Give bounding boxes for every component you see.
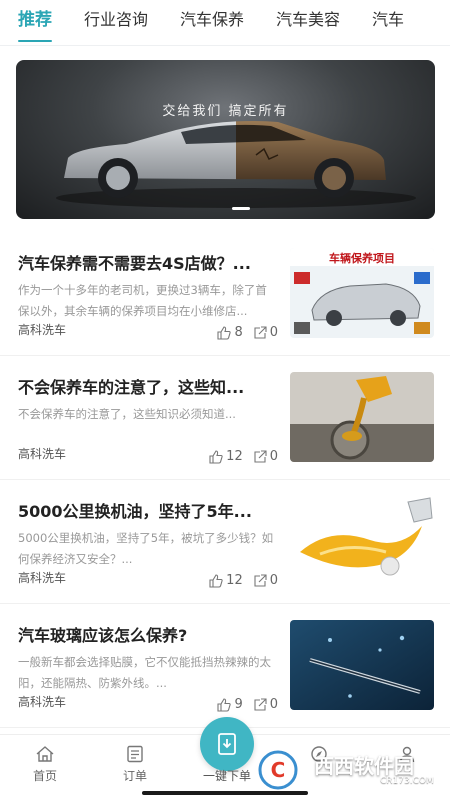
car-illustration <box>56 121 416 208</box>
thumbnail-caption: 车辆保养项目 <box>329 251 395 265</box>
thumbs-up-icon <box>209 573 223 588</box>
article-thumbnail[interactable] <box>290 620 434 710</box>
article-stats: 12 0 <box>199 449 278 464</box>
watermark-url: CR173.COM <box>380 776 434 786</box>
nav-orders[interactable]: 订单 <box>100 745 170 784</box>
app-screen: 推荐 行业咨询 汽车保养 汽车美容 汽车 交给我们 搞定所有 汽车保养需不需要去… <box>0 0 450 800</box>
promo-banner[interactable]: 交给我们 搞定所有 <box>16 60 435 219</box>
category-tabs: 推荐 行业咨询 汽车保养 汽车美容 汽车 <box>0 0 450 46</box>
share-icon <box>254 449 267 463</box>
article-title: 汽车保养需不需要去4S店做？... <box>18 254 251 273</box>
article-item[interactable]: 汽车玻璃应该怎么保养? 一般新车都会选择贴膜，它不仅能抵挡热辣辣的太阳，还能隔热… <box>0 604 450 728</box>
thumbs-up-icon <box>217 697 232 712</box>
article-title: 汽车玻璃应该怎么保养? <box>18 626 188 645</box>
tab-recommend[interactable]: 推荐 <box>18 0 52 45</box>
tab-car-more[interactable]: 汽车 <box>372 0 404 45</box>
article-summary: 一般新车都会选择贴膜，它不仅能抵挡热辣辣的太阳，还能隔热、防紫外线。... <box>18 655 271 690</box>
windshield-wiper-image <box>290 620 434 710</box>
article-item[interactable]: 汽车保养需不需要去4S店做？... 作为一个十多年的老司机，更换过3辆车，除了首… <box>0 232 450 356</box>
article-stats: 12 0 <box>199 573 278 588</box>
nav-home[interactable]: 首页 <box>10 745 80 784</box>
nav-orders-label: 订单 <box>122 769 147 783</box>
like-stat[interactable]: 9 <box>217 697 243 712</box>
article-thumbnail[interactable]: 车辆保养项目 <box>290 248 434 338</box>
article-source: 高科洗车 <box>18 571 67 585</box>
article-summary: 5000公里换机油，坚持了5年，被坑了多少钱？如何保养经济又安全？... <box>18 531 274 566</box>
article-title: 5000公里换机油，坚持了5年... <box>18 502 252 521</box>
like-stat[interactable]: 12 <box>209 449 243 464</box>
article-item[interactable]: 不会保养车的注意了，这些知... 不会保养车的注意了，这些知识必须知道... 高… <box>0 356 450 480</box>
share-count: 0 <box>269 573 278 588</box>
share-count: 0 <box>269 325 278 340</box>
article-item[interactable]: 5000公里换机油，坚持了5年... 5000公里换机油，坚持了5年，被坑了多少… <box>0 480 450 604</box>
home-indicator <box>142 791 308 795</box>
like-count: 9 <box>234 697 243 712</box>
article-source: 高科洗车 <box>18 447 67 461</box>
site-watermark: C 西西软件园 CR173.COM <box>252 746 434 794</box>
engine-oil-image <box>290 372 434 462</box>
tab-car-maintenance[interactable]: 汽车保养 <box>180 0 244 45</box>
article-summary: 作为一个十多年的老司机，更换过3辆车，除了首保以外，其余车辆的保养项目均在小维修… <box>18 283 267 318</box>
watermark-logo-icon: C <box>258 750 298 790</box>
one-key-order-button[interactable] <box>200 717 254 771</box>
svg-text:C: C <box>271 758 286 782</box>
banner-page-indicator <box>232 207 250 210</box>
like-stat[interactable]: 8 <box>217 325 243 340</box>
thumbs-up-icon <box>209 449 223 464</box>
oil-splash-image <box>290 496 434 586</box>
like-count: 12 <box>226 449 243 464</box>
share-icon <box>254 325 267 339</box>
tab-industry-consulting[interactable]: 行业咨询 <box>84 0 148 45</box>
share-stat[interactable]: 0 <box>253 449 278 464</box>
like-count: 8 <box>234 325 243 340</box>
article-stats: 9 0 <box>207 697 278 712</box>
share-icon <box>254 697 267 711</box>
share-stat[interactable]: 0 <box>253 325 278 340</box>
order-list-icon <box>127 745 143 763</box>
home-icon <box>36 746 54 762</box>
share-stat[interactable]: 0 <box>253 697 278 712</box>
article-source: 高科洗车 <box>18 323 67 337</box>
tab-car-beauty[interactable]: 汽车美容 <box>276 0 340 45</box>
maintenance-items-image: 车辆保养项目 <box>290 248 434 338</box>
article-thumbnail[interactable] <box>290 496 434 586</box>
order-download-icon <box>218 733 236 755</box>
article-summary: 不会保养车的注意了，这些知识必须知道... <box>18 407 236 421</box>
like-count: 12 <box>226 573 243 588</box>
article-source: 高科洗车 <box>18 695 67 709</box>
share-stat[interactable]: 0 <box>253 573 278 588</box>
watermark-text: 西西软件园 <box>314 754 414 778</box>
bottom-navigation: 首页 订单 一键下单 C 西西软件园 CR173.COM <box>0 717 450 800</box>
nav-home-label: 首页 <box>32 769 57 783</box>
article-thumbnail[interactable] <box>290 372 434 462</box>
like-stat[interactable]: 12 <box>209 573 243 588</box>
article-stats: 8 0 <box>207 325 278 340</box>
share-count: 0 <box>269 697 278 712</box>
share-icon <box>254 573 267 587</box>
share-count: 0 <box>269 449 278 464</box>
article-list: 汽车保养需不需要去4S店做？... 作为一个十多年的老司机，更换过3辆车，除了首… <box>0 232 450 728</box>
thumbs-up-icon <box>217 325 232 340</box>
article-title: 不会保养车的注意了，这些知... <box>18 378 245 397</box>
